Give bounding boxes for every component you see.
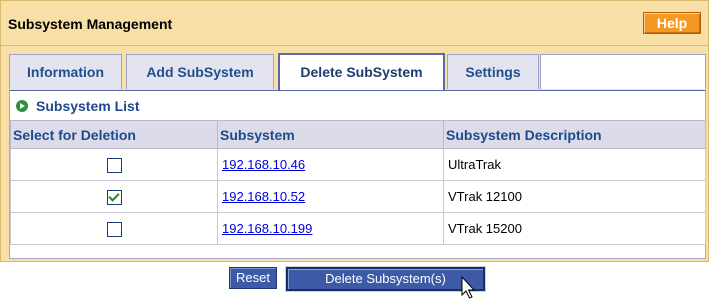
tab-add-subsystem[interactable]: Add SubSystem (126, 54, 274, 89)
tab-bar: Information Add SubSystem Delete SubSyst… (9, 53, 706, 90)
column-header-select: Select for Deletion (10, 120, 218, 149)
reset-button[interactable]: Reset (229, 267, 277, 289)
subsystem-cell: 192.168.10.52 (217, 180, 444, 213)
section-header: Subsystem List (16, 96, 139, 116)
subsystem-management-panel: Subsystem Management Help Information Ad… (0, 0, 709, 262)
subsystem-link[interactable]: 192.168.10.46 (222, 157, 305, 172)
section-title: Subsystem List (36, 98, 140, 114)
select-checkbox[interactable] (106, 157, 122, 173)
description-cell: UltraTrak (443, 148, 706, 181)
mouse-pointer-icon (461, 276, 476, 299)
tab-delete-subsystem[interactable]: Delete SubSystem (278, 53, 445, 90)
description-cell: VTrak 12100 (443, 180, 706, 213)
select-cell (10, 148, 218, 181)
action-bar: Reset Delete Subsystem(s) (0, 263, 709, 300)
tab-bar-filler (540, 54, 706, 89)
subsystem-table: Select for Deletion Subsystem Subsystem … (10, 120, 706, 245)
table-row: 192.168.10.46 UltraTrak (10, 148, 706, 181)
panel-title: Subsystem Management (8, 16, 173, 32)
subsystem-cell: 192.168.10.199 (217, 212, 444, 245)
description-cell: VTrak 15200 (443, 212, 706, 245)
tab-information[interactable]: Information (9, 54, 122, 89)
column-header-description: Subsystem Description (443, 120, 706, 149)
subsystem-cell: 192.168.10.46 (217, 148, 444, 181)
help-button[interactable]: Help (643, 12, 701, 34)
subsystem-link[interactable]: 192.168.10.199 (222, 221, 312, 236)
arrow-right-circle-icon (16, 100, 28, 112)
table-row: 192.168.10.199 VTrak 15200 (10, 212, 706, 245)
select-checkbox[interactable] (106, 221, 122, 237)
select-cell (10, 212, 218, 245)
delete-subsystems-button[interactable]: Delete Subsystem(s) (286, 267, 485, 291)
table-header-row: Select for Deletion Subsystem Subsystem … (10, 120, 706, 149)
select-checkbox[interactable] (106, 189, 122, 205)
tab-content: Subsystem List Select for Deletion Subsy… (9, 90, 706, 259)
tab-settings[interactable]: Settings (447, 54, 539, 89)
table-row: 192.168.10.52 VTrak 12100 (10, 180, 706, 213)
select-cell (10, 180, 218, 213)
column-header-subsystem: Subsystem (217, 120, 444, 149)
panel-header: Subsystem Management Help (1, 1, 708, 46)
subsystem-link[interactable]: 192.168.10.52 (222, 189, 305, 204)
